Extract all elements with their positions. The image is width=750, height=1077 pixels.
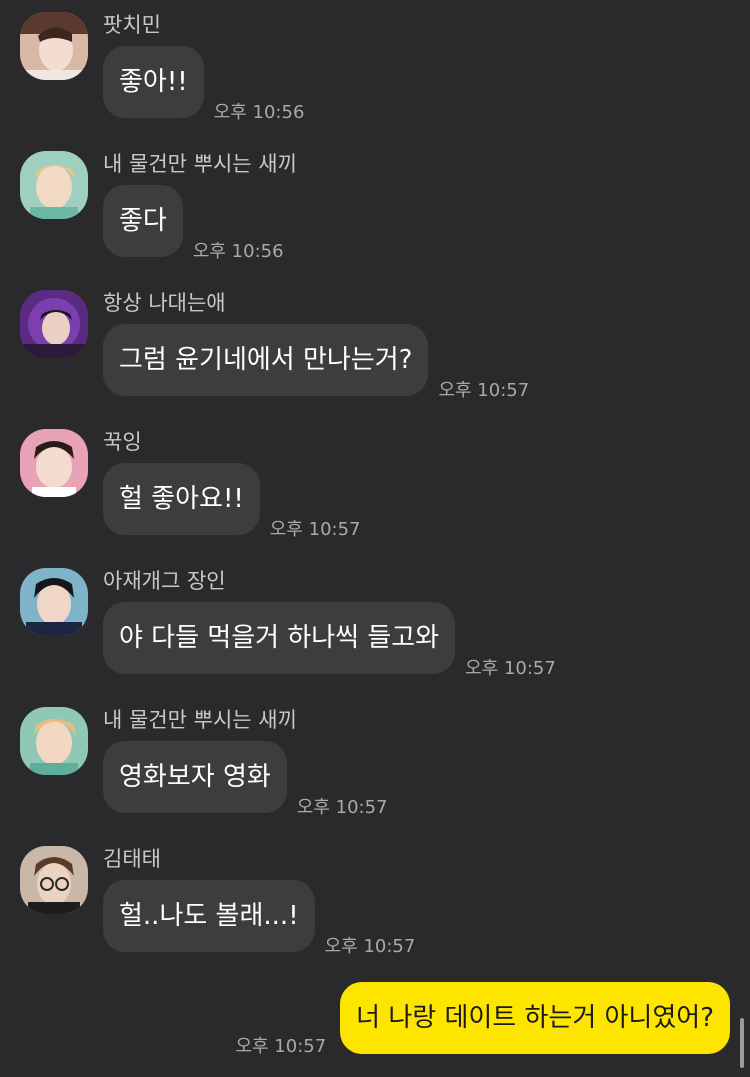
message-item: 항상 나대는애 그럼 윤기네에서 만나는거? 오후 10:57 [0,290,750,410]
message-item: 내 물건만 뿌시는 새끼 영화보자 영화 오후 10:57 [0,707,750,827]
profile-photo-icon [20,12,88,80]
message-bubble[interactable]: 헐 좋아요!! [103,463,260,535]
avatar[interactable] [20,290,88,358]
sender-name: 내 물건만 뿌시는 새끼 [103,708,297,732]
message-item: 아재개그 장인 야 다들 먹을거 하나씩 들고와 오후 10:57 [0,568,750,688]
avatar[interactable] [20,707,88,775]
sender-name: 김태태 [103,847,161,871]
profile-photo-icon [20,846,88,914]
message-time: 오후 10:57 [235,1036,327,1057]
message-bubble[interactable]: 그럼 윤기네에서 만나는거? [103,324,429,396]
sender-name: 아재개그 장인 [103,569,226,593]
message-bubble[interactable]: 야 다들 먹을거 하나씩 들고와 [103,602,456,674]
message-item: 팟치민 좋아!! 오후 10:56 [0,12,750,132]
message-item: 내 물건만 뿌시는 새끼 좋다 오후 10:56 [0,151,750,271]
message-time: 오후 10:56 [192,241,284,262]
profile-photo-icon [20,707,88,775]
message-time: 오후 10:57 [465,658,556,679]
sender-name: 꾹잉 [103,430,142,454]
message-bubble[interactable]: 헐..나도 볼래...! [103,880,315,952]
scrollbar[interactable] [740,1018,744,1068]
message-time: 오후 10:57 [269,519,361,540]
message-time: 오후 10:57 [324,936,416,957]
sender-name: 내 물건만 뿌시는 새끼 [103,152,297,176]
chat-room[interactable]: 팟치민 좋아!! 오후 10:56 내 물건만 뿌시는 새끼 좋다 오후 10:… [0,0,750,1077]
my-message-item: 오후 10:57 너 나랑 데이트 하는거 아니였어? [235,982,730,1057]
avatar[interactable] [20,429,88,497]
message-bubble[interactable]: 영화보자 영화 [103,741,287,813]
profile-photo-icon [20,290,88,358]
message-time: 오후 10:57 [296,797,388,818]
avatar[interactable] [20,12,88,80]
sender-name: 팟치민 [103,13,161,37]
profile-photo-icon [20,429,88,497]
avatar[interactable] [20,846,88,914]
message-item: 꾹잉 헐 좋아요!! 오후 10:57 [0,429,750,549]
message-bubble[interactable]: 좋아!! [103,46,204,118]
avatar[interactable] [20,568,88,636]
message-bubble[interactable]: 좋다 [103,185,183,257]
message-item: 김태태 헐..나도 볼래...! 오후 10:57 [0,846,750,966]
message-time: 오후 10:57 [438,380,530,401]
profile-photo-icon [20,568,88,636]
my-message-bubble[interactable]: 너 나랑 데이트 하는거 아니였어? [340,982,730,1054]
profile-photo-icon [20,151,88,219]
avatar[interactable] [20,151,88,219]
sender-name: 항상 나대는애 [103,291,226,315]
message-time: 오후 10:56 [213,102,305,123]
